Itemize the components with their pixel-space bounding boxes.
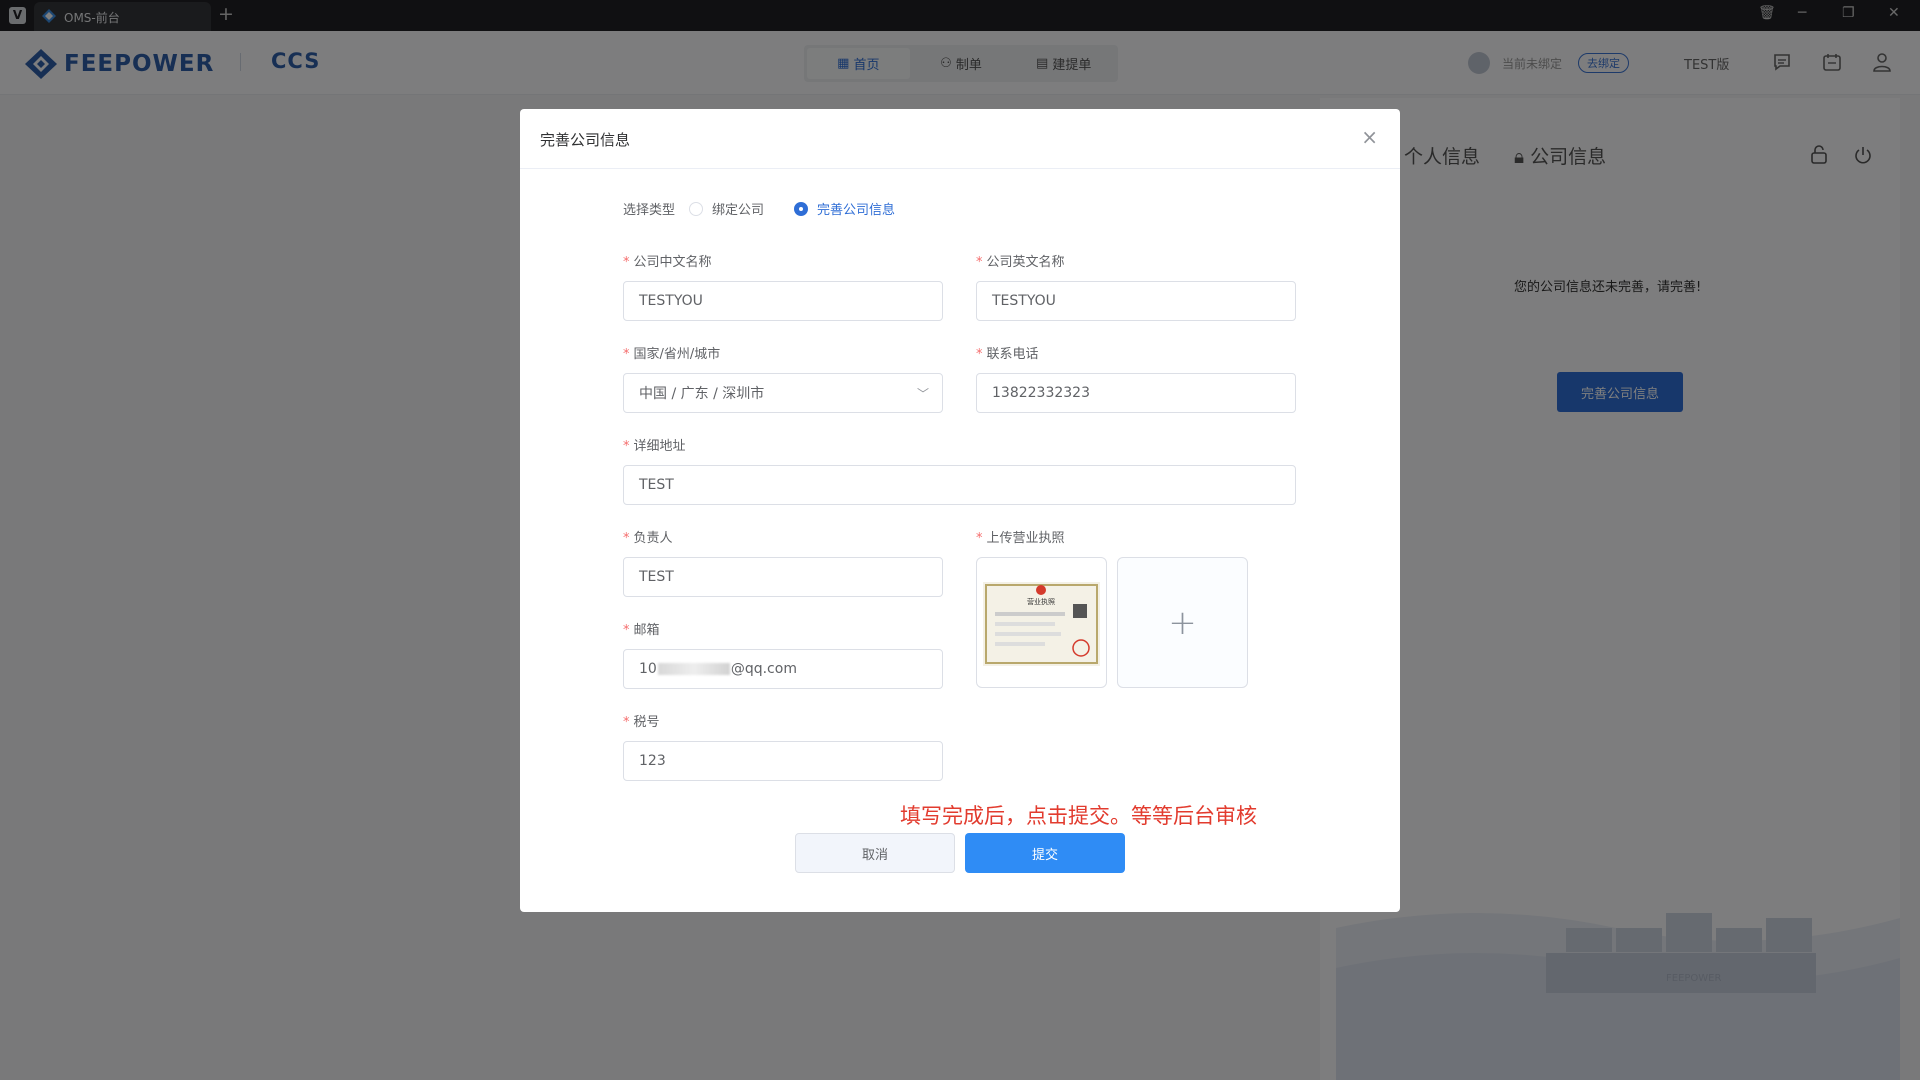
radio-bind-company[interactable]: 绑定公司 <box>689 199 764 218</box>
radio-label: 绑定公司 <box>712 203 765 218</box>
required-mark: * <box>623 439 630 454</box>
label-text: 税号 <box>633 715 660 730</box>
label-text: 邮箱 <box>633 623 660 638</box>
label-text: 公司中文名称 <box>633 255 712 270</box>
radio-complete-info[interactable]: 完善公司信息 <box>794 199 895 218</box>
close-icon[interactable]: × <box>1361 125 1378 149</box>
required-mark: * <box>623 531 630 546</box>
label-text: 详细地址 <box>633 439 686 454</box>
label-text: 联系电话 <box>986 347 1039 362</box>
label-text: 公司英文名称 <box>986 255 1065 270</box>
label-text: 负责人 <box>633 531 673 546</box>
region-label: * 国家/省州/城市 <box>623 343 720 362</box>
required-mark: * <box>623 623 630 638</box>
required-mark: * <box>623 715 630 730</box>
tax-label: * 税号 <box>623 711 660 730</box>
required-mark: * <box>976 531 983 546</box>
email-prefix: 10 <box>639 661 657 677</box>
email-input[interactable]: 10 @qq.com <box>623 649 943 689</box>
en-name-label: * 公司英文名称 <box>976 251 1065 270</box>
input-value: TEST <box>639 477 674 493</box>
email-label: * 邮箱 <box>623 619 660 638</box>
phone-label: * 联系电话 <box>976 343 1039 362</box>
modal-title: 完善公司信息 <box>540 131 631 149</box>
input-value: 13822332323 <box>992 385 1090 401</box>
contact-label: * 负责人 <box>623 527 673 546</box>
address-label: * 详细地址 <box>623 435 686 454</box>
input-value: 123 <box>639 753 666 769</box>
radio-checked-icon <box>794 201 809 216</box>
license-thumbnail-image: 营业执照 <box>983 582 1100 666</box>
cn-name-label: * 公司中文名称 <box>623 251 712 270</box>
select-value: 中国 / 广东 / 深圳市 <box>639 386 765 402</box>
required-mark: * <box>623 347 630 362</box>
upload-add-button[interactable]: + <box>1117 557 1248 688</box>
label-text: 上传营业执照 <box>986 531 1065 546</box>
radio-circle-icon <box>689 201 704 216</box>
required-mark: * <box>623 255 630 270</box>
email-suffix: @qq.com <box>730 661 797 677</box>
region-select[interactable]: 中国 / 广东 / 深圳市 ﹀ <box>623 373 943 413</box>
en-name-input[interactable]: TESTYOU <box>976 281 1296 321</box>
phone-input[interactable]: 13822332323 <box>976 373 1296 413</box>
submit-button[interactable]: 提交 <box>965 833 1125 873</box>
input-value: TEST <box>639 569 674 585</box>
contact-input[interactable]: TEST <box>623 557 943 597</box>
label-text: 国家/省州/城市 <box>633 347 721 362</box>
address-input[interactable]: TEST <box>623 465 1296 505</box>
license-preview[interactable]: 营业执照 <box>976 557 1107 688</box>
input-value: TESTYOU <box>639 293 703 309</box>
type-selector: 选择类型 绑定公司 完善公司信息 <box>623 199 895 218</box>
type-label: 选择类型 <box>623 203 676 218</box>
cancel-button[interactable]: 取消 <box>795 833 955 873</box>
complete-company-modal: 完善公司信息 × 选择类型 绑定公司 完善公司信息 * 公司中文名称 TESTYO… <box>520 109 1400 912</box>
license-title: 营业执照 <box>1027 597 1055 606</box>
license-label: * 上传营业执照 <box>976 527 1065 546</box>
plus-icon: + <box>1168 602 1197 643</box>
radio-label: 完善公司信息 <box>817 203 896 218</box>
modal-header: 完善公司信息 × <box>520 109 1400 169</box>
tax-input[interactable]: 123 <box>623 741 943 781</box>
required-mark: * <box>976 255 983 270</box>
input-value: TESTYOU <box>992 293 1056 309</box>
blurred-text <box>657 663 730 675</box>
annotation-note: 填写完成后，点击提交。等等后台审核 <box>900 804 1257 828</box>
cn-name-input[interactable]: TESTYOU <box>623 281 943 321</box>
chevron-down-icon: ﹀ <box>916 387 929 401</box>
required-mark: * <box>976 347 983 362</box>
